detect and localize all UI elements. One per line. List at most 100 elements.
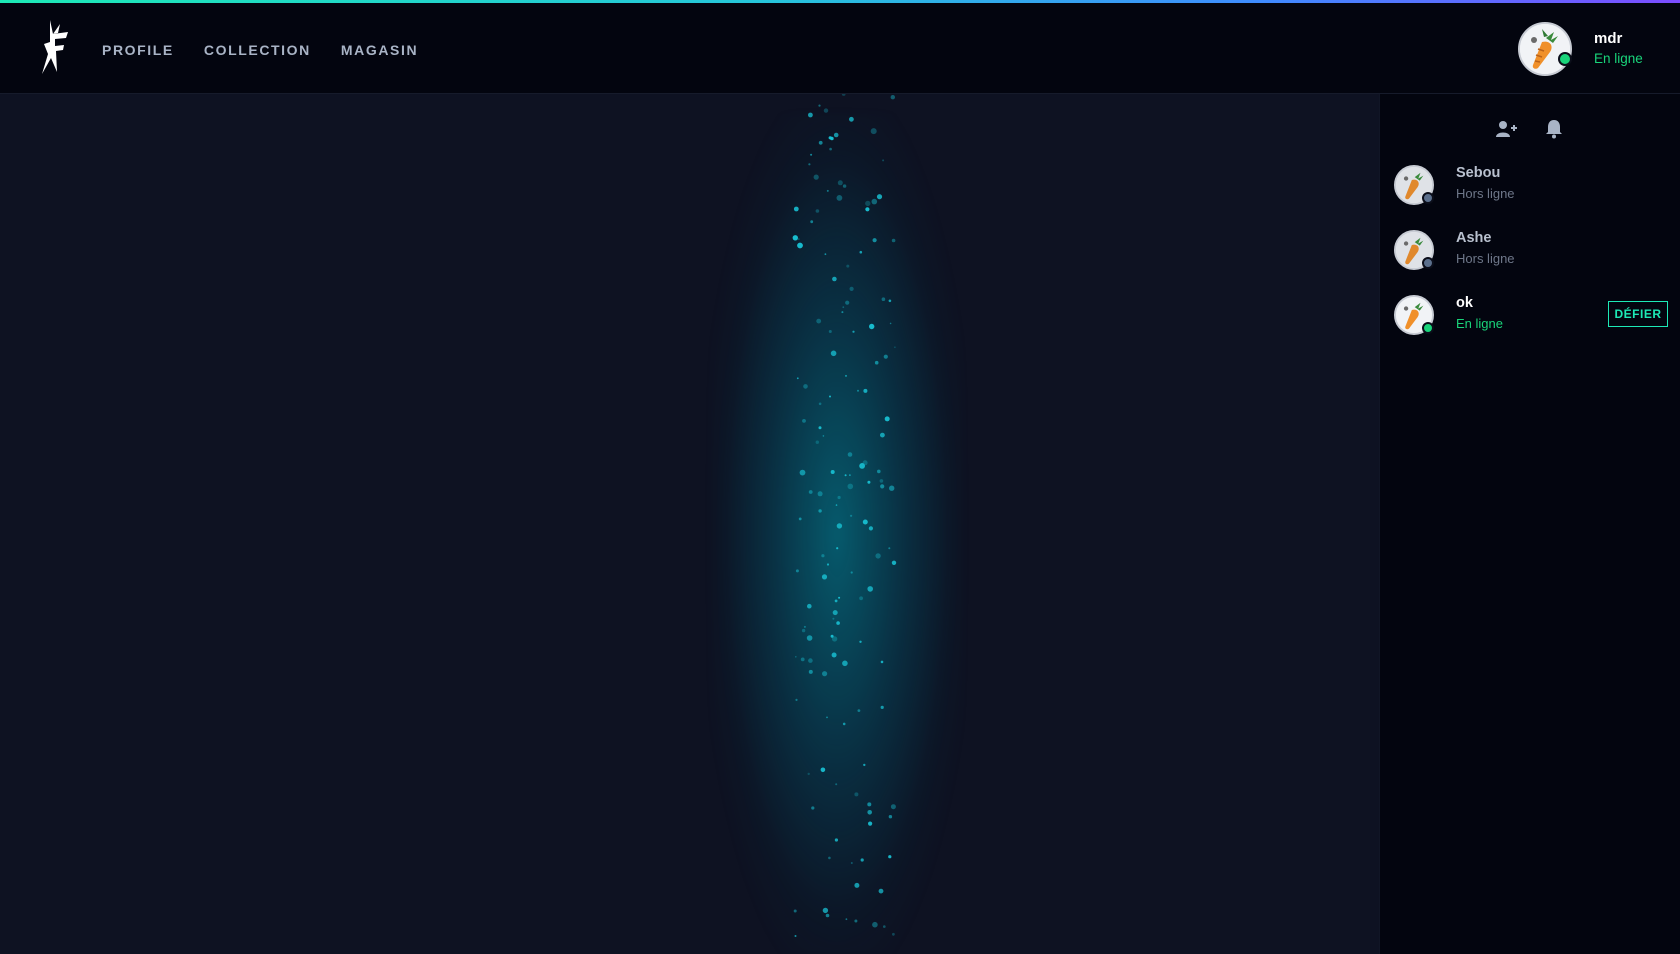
particle <box>847 452 853 457</box>
particle <box>818 104 821 107</box>
particle <box>826 716 828 719</box>
particle <box>879 479 884 483</box>
friend-name: Ashe <box>1456 230 1492 246</box>
nav-collection[interactable]: COLLECTION <box>204 40 311 60</box>
friend-status: En ligne <box>1456 316 1503 331</box>
particle <box>894 346 896 348</box>
particle <box>845 374 847 377</box>
nav-profile[interactable]: PROFILE <box>102 40 174 60</box>
main-area <box>0 94 1379 954</box>
particle <box>850 571 853 574</box>
particle <box>797 242 803 249</box>
particle <box>810 220 814 224</box>
particle <box>796 377 799 380</box>
particle <box>850 862 853 864</box>
particle <box>838 596 841 599</box>
particle <box>828 330 832 333</box>
particle-field <box>792 94 897 937</box>
particle <box>846 264 850 268</box>
particle <box>795 569 799 573</box>
particle <box>818 426 822 430</box>
particle <box>849 286 854 291</box>
particle <box>808 490 813 494</box>
particle <box>836 621 840 625</box>
friend-name: Sebou <box>1456 165 1501 181</box>
particle <box>794 935 797 937</box>
particle <box>795 656 797 658</box>
particle <box>888 855 892 859</box>
friend-item[interactable]: Sebou Hors ligne <box>1394 164 1674 208</box>
app-logo[interactable] <box>38 18 76 76</box>
online-status-dot <box>1558 52 1572 66</box>
particle <box>811 806 815 810</box>
nav-magasin[interactable]: MAGASIN <box>341 40 418 60</box>
friend-item[interactable]: ok En ligne DÉFIER <box>1394 294 1674 338</box>
particle <box>842 660 848 667</box>
friend-item[interactable]: Ashe Hors ligne <box>1394 229 1674 273</box>
particle <box>876 194 883 200</box>
add-friend-icon[interactable] <box>1495 118 1517 140</box>
particle <box>822 907 829 914</box>
particle <box>867 810 872 815</box>
particle <box>818 402 822 406</box>
particle <box>882 159 885 162</box>
particle <box>880 705 884 710</box>
offline-status-dot <box>1422 257 1434 269</box>
user-avatar[interactable] <box>1518 22 1572 76</box>
particle <box>829 395 831 398</box>
particle <box>803 384 808 389</box>
user-name: mdr <box>1594 30 1623 47</box>
friend-avatar <box>1394 295 1434 335</box>
particle <box>793 206 799 212</box>
particle <box>818 140 823 145</box>
particle <box>807 772 810 776</box>
particle <box>872 238 877 243</box>
particle <box>884 416 890 422</box>
particle <box>822 671 828 677</box>
particle <box>862 519 868 525</box>
particle <box>891 238 896 243</box>
particle <box>831 636 838 642</box>
particle <box>859 596 863 601</box>
friend-status: Hors ligne <box>1456 251 1515 266</box>
particle <box>888 547 891 550</box>
particle <box>869 323 875 330</box>
particle <box>844 474 847 477</box>
particle <box>808 112 813 118</box>
particle <box>875 553 881 559</box>
particle <box>832 617 835 620</box>
particle <box>831 652 837 658</box>
particle <box>810 153 813 156</box>
particle <box>862 460 868 466</box>
bell-icon[interactable] <box>1543 118 1565 140</box>
particle <box>859 640 862 643</box>
particle <box>808 669 813 674</box>
particle <box>826 189 829 192</box>
particle <box>890 804 896 810</box>
top-accent-bar <box>0 0 1680 3</box>
particle <box>821 554 825 558</box>
particle <box>891 560 897 565</box>
particle <box>854 882 860 888</box>
friend-name: ok <box>1456 295 1473 311</box>
particle <box>808 163 811 166</box>
particle <box>841 94 846 96</box>
challenge-button[interactable]: DÉFIER <box>1608 301 1668 327</box>
particle <box>828 856 831 860</box>
particle <box>867 802 872 807</box>
particle <box>871 198 878 205</box>
current-user[interactable]: mdr En ligne <box>1518 22 1668 78</box>
main-nav: PROFILE COLLECTION MAGASIN <box>102 40 418 60</box>
particle <box>822 435 825 437</box>
online-status-dot <box>1422 322 1434 334</box>
particle <box>849 116 854 122</box>
particle <box>824 253 827 256</box>
particle <box>795 698 798 702</box>
particle <box>870 128 877 135</box>
particle <box>868 526 874 531</box>
particle <box>880 432 885 438</box>
particle <box>800 657 805 662</box>
particle <box>857 389 859 392</box>
particle <box>799 469 806 476</box>
particle <box>847 483 854 490</box>
